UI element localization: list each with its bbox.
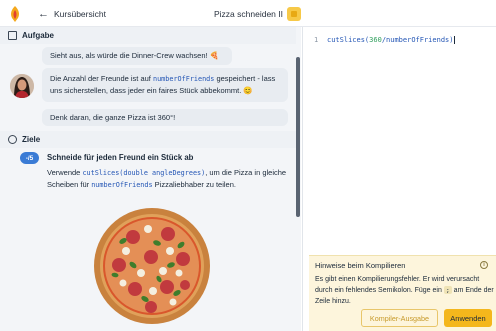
ziele-header: Ziele bbox=[0, 131, 296, 148]
instructions-panel: Aufgabe Sieht aus, als würde die Dinner-… bbox=[0, 27, 301, 331]
book-icon bbox=[8, 31, 17, 40]
back-to-course-link[interactable]: ← Kursübersicht bbox=[38, 8, 106, 20]
chat-message-2: Die Anzahl der Freunde ist auf numberOfF… bbox=[42, 68, 288, 102]
chat-message-3: Denk daran, die ganze Pizza ist 360°! bbox=[42, 109, 288, 126]
text-caret bbox=[454, 36, 456, 44]
line-number: 1 bbox=[314, 36, 319, 44]
pizza-illustration bbox=[94, 208, 210, 324]
task-description: Verwende cutSlices(double angleDegrees),… bbox=[47, 167, 287, 191]
task-desc-code-1: cutSlices(double angleDegrees) bbox=[82, 169, 206, 177]
avatar bbox=[10, 74, 34, 98]
task-desc-post: Pizzaliebhaber zu teilen. bbox=[152, 180, 236, 189]
lesson-title-wrap: Pizza schneiden II bbox=[214, 7, 301, 21]
lesson-badge-icon bbox=[286, 7, 301, 21]
task-desc-pre: Verwende bbox=[47, 168, 83, 177]
app-logo-icon[interactable] bbox=[8, 6, 22, 22]
chat-message-1: Sieht aus, als würde die Dinner-Crew wac… bbox=[42, 47, 232, 65]
code-line-1[interactable]: cutSlices(360/numberOfFriends) bbox=[327, 36, 456, 44]
apply-button[interactable]: Anwenden bbox=[444, 309, 492, 327]
code-rest: /numberOfFriends) bbox=[381, 36, 454, 44]
chat-message-3-text: Denk daran, die ganze Pizza ist 360°! bbox=[50, 113, 176, 122]
target-icon bbox=[8, 135, 17, 144]
code-call: cutSlices( bbox=[327, 36, 370, 44]
compile-hint-panel: Hinweise beim Kompilieren i Es gibt eine… bbox=[309, 255, 496, 331]
chat-message-2-code: numberOfFriends bbox=[152, 75, 215, 83]
code-number: 360 bbox=[369, 36, 382, 44]
task-title: Schneide für jeden Freund ein Stück ab bbox=[47, 153, 194, 162]
lesson-title: Pizza schneiden II bbox=[214, 9, 283, 19]
aufgabe-header: Aufgabe bbox=[0, 27, 296, 44]
ziele-heading: Ziele bbox=[22, 135, 41, 144]
aufgabe-heading: Aufgabe bbox=[22, 31, 54, 40]
info-icon[interactable]: i bbox=[480, 261, 488, 269]
compiler-output-button[interactable]: Kompiler-Ausgabe bbox=[361, 309, 438, 327]
scrollbar[interactable] bbox=[296, 57, 300, 217]
hint-title: Hinweise beim Kompilieren bbox=[315, 261, 406, 270]
task-desc-code-2: numberOfFriends bbox=[91, 181, 153, 189]
hint-semicolon: ; bbox=[443, 286, 452, 294]
progress-badge: -/5 bbox=[20, 152, 39, 164]
back-label: Kursübersicht bbox=[54, 9, 106, 19]
arrow-left-icon: ← bbox=[38, 8, 49, 20]
chat-message-1-text: Sieht aus, als würde die Dinner-Crew wac… bbox=[50, 51, 219, 60]
hint-text: Es gibt einen Kompilierungsfehler. Er wi… bbox=[315, 274, 495, 307]
chat-message-2-pre: Die Anzahl der Freunde ist auf bbox=[50, 74, 153, 83]
top-bar: ← Kursübersicht Pizza schneiden II bbox=[0, 0, 496, 27]
